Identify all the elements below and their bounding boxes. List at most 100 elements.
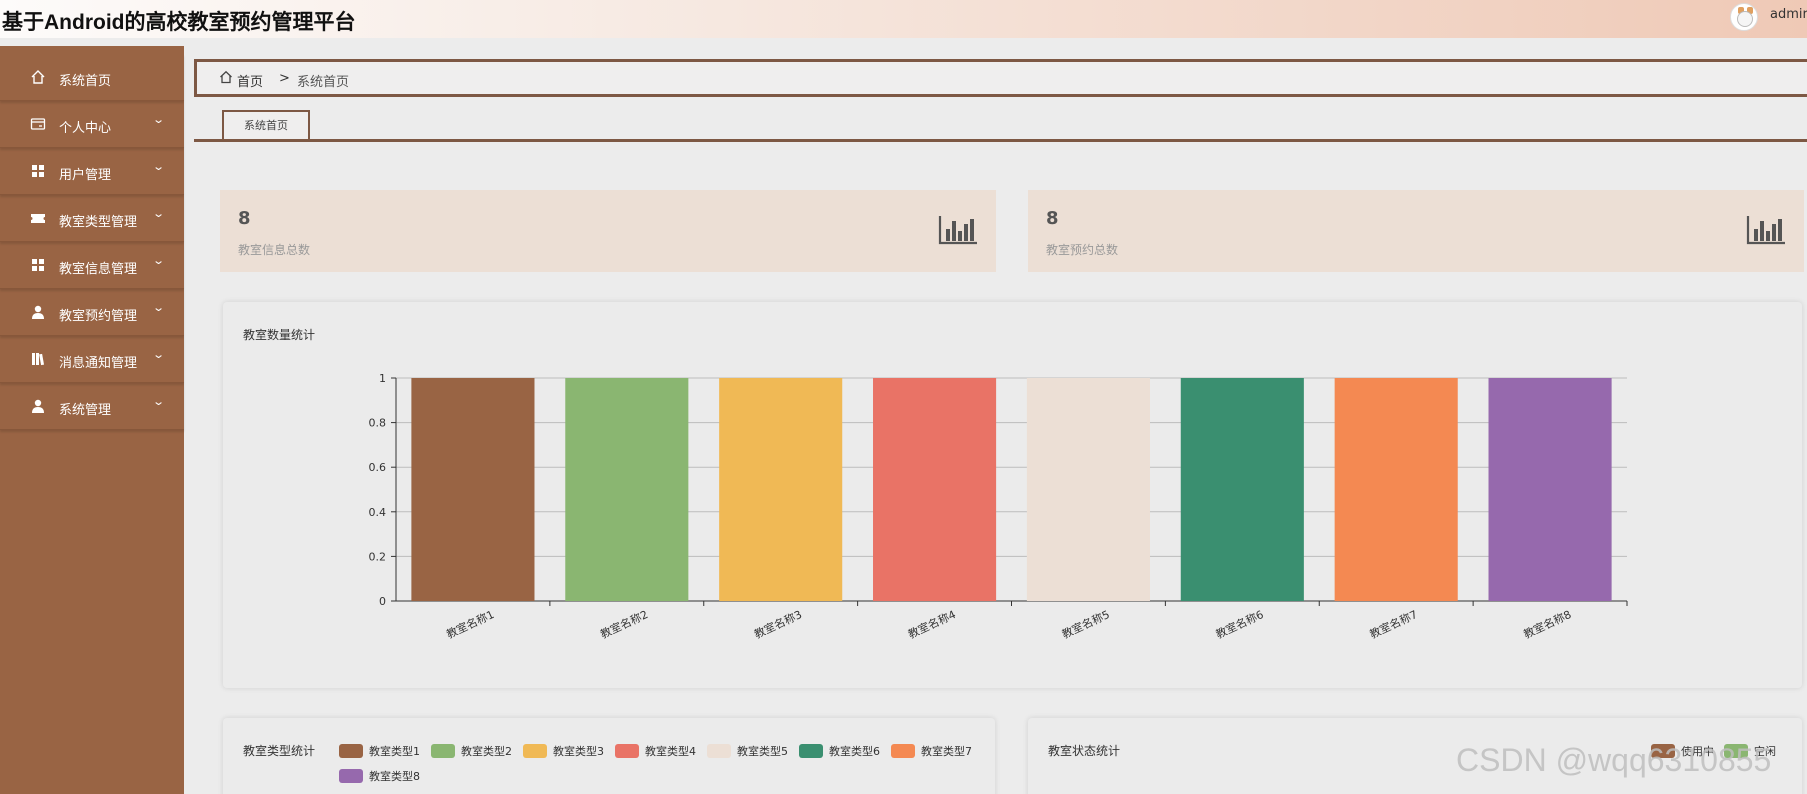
grid-icon: [30, 163, 46, 179]
sidebar-item-reservations[interactable]: 教室预约管理 ⌄: [0, 289, 184, 336]
bar: [411, 378, 535, 601]
top-header: 基于Android的高校教室预约管理平台 admir: [0, 0, 1807, 38]
legend-label: 教室类型1: [369, 745, 420, 758]
sidebar-item-system[interactable]: 系统管理 ⌄: [0, 383, 184, 430]
bar: [1180, 378, 1304, 601]
breadcrumb-current: 系统首页: [297, 75, 350, 90]
chevron-down-icon: ⌄: [152, 207, 166, 220]
sidebar-item-label: 教室类型管理: [59, 215, 138, 230]
stat-value: 8: [1046, 208, 1059, 229]
y-tick-label: 0.8: [369, 417, 387, 430]
legend-swatch: [799, 744, 823, 758]
tab-home[interactable]: 系统首页: [222, 110, 310, 140]
books-icon: [30, 351, 46, 367]
legend-item[interactable]: 教室类型6: [799, 743, 880, 759]
sidebar-item-label: 个人中心: [59, 121, 112, 136]
sidebar-item-label: 系统首页: [59, 74, 112, 89]
breadcrumb: 首页 > 系统首页: [194, 59, 1807, 97]
sidebar-item-label: 用户管理: [59, 168, 112, 183]
legend-swatch: [339, 769, 363, 783]
y-tick-label: 0.6: [369, 461, 387, 474]
sidebar-item-label: 教室预约管理: [59, 309, 138, 324]
sidebar-item-room-info[interactable]: 教室信息管理 ⌄: [0, 242, 184, 289]
sidebar-item-label: 系统管理: [59, 403, 112, 418]
stat-label: 教室信息总数: [238, 243, 311, 257]
sidebar-item-notifications[interactable]: 消息通知管理 ⌄: [0, 336, 184, 383]
legend-label: 教室类型5: [737, 745, 788, 758]
legend-label: 教室类型7: [921, 745, 972, 758]
legend-swatch: [523, 744, 547, 758]
sidebar: 系统首页 个人中心 ⌄ 用户管理 ⌄ 教室类型管理 ⌄ 教室信息管理 ⌄ 教室预…: [0, 46, 184, 794]
x-tick-label: 教室名称7: [1367, 607, 1419, 641]
tab-bar-underline: [194, 139, 1807, 142]
legend-item[interactable]: 教室类型8: [339, 768, 420, 784]
ticket-icon: [30, 210, 46, 226]
y-tick-label: 1: [379, 372, 386, 385]
chevron-down-icon: ⌄: [152, 113, 166, 126]
legend-swatch: [891, 744, 915, 758]
card-icon: [30, 116, 46, 132]
stat-value: 8: [238, 208, 251, 229]
stat-label: 教室预约总数: [1046, 243, 1119, 257]
y-tick-label: 0.4: [369, 506, 387, 519]
sidebar-item-home[interactable]: 系统首页: [0, 54, 184, 101]
breadcrumb-separator: >: [279, 71, 290, 86]
avatar[interactable]: [1730, 3, 1758, 31]
user-icon: [30, 304, 46, 320]
legend-swatch: [339, 744, 363, 758]
sidebar-item-label: 教室信息管理: [59, 262, 138, 277]
x-tick-label: 教室名称5: [1060, 607, 1112, 641]
sidebar-item-room-types[interactable]: 教室类型管理 ⌄: [0, 195, 184, 242]
x-tick-label: 教室名称8: [1521, 607, 1573, 641]
legend-swatch: [615, 744, 639, 758]
bar: [1488, 378, 1612, 601]
legend-item[interactable]: 教室类型7: [891, 743, 972, 759]
legend-label: 教室类型4: [645, 745, 696, 758]
room-type-panel: 教室类型统计 教室类型1 教室类型2 教室类型3 教室类型4 教室类型5 教室类…: [223, 718, 995, 794]
app-title: 基于Android的高校教室预约管理平台: [2, 11, 356, 34]
panel-title: 教室类型统计: [243, 744, 316, 758]
legend-swatch: [707, 744, 731, 758]
home-icon: [30, 69, 46, 85]
x-tick-label: 教室名称3: [752, 607, 804, 641]
grid-icon: [30, 257, 46, 273]
room-count-panel: 教室数量统计 0 0.2 0.4 0.6 0.8 1 教室名称1 教室名称2 教室名称3 教室名称…: [223, 302, 1802, 688]
username[interactable]: admir: [1770, 7, 1807, 22]
user-icon: [30, 398, 46, 414]
bar: [719, 378, 843, 601]
x-tick-label: 教室名称1: [444, 607, 496, 641]
home-icon[interactable]: [219, 70, 233, 84]
bar: [1026, 378, 1150, 601]
legend-label: 教室类型3: [553, 745, 604, 758]
breadcrumb-home-link[interactable]: 首页: [237, 71, 263, 90]
chevron-down-icon: ⌄: [152, 348, 166, 361]
bar-chart-icon: [938, 216, 977, 245]
bar-chart-icon: [1746, 216, 1785, 245]
room-count-bar-chart: 0 0.2 0.4 0.6 0.8 1 教室名称1 教室名称2 教室名称3 教室名称4 教室名称5 教…: [369, 372, 1628, 641]
stat-card-room-info: 8 教室信息总数: [220, 190, 996, 272]
legend-label: 教室类型2: [461, 745, 512, 758]
y-tick-label: 0.2: [369, 550, 387, 563]
chevron-down-icon: ⌄: [152, 160, 166, 173]
legend-item[interactable]: 教室类型5: [707, 743, 788, 759]
legend-item[interactable]: 教室类型4: [615, 743, 696, 759]
chevron-down-icon: ⌄: [152, 301, 166, 314]
legend-label: 教室类型6: [829, 745, 880, 758]
x-tick-label: 教室名称6: [1213, 607, 1265, 641]
legend-item[interactable]: 教室类型1: [339, 743, 420, 759]
legend-label: 教室类型8: [369, 770, 420, 783]
legend-item[interactable]: 教室类型3: [523, 743, 604, 759]
chevron-down-icon: ⌄: [152, 395, 166, 408]
chevron-down-icon: ⌄: [152, 254, 166, 267]
x-tick-label: 教室名称2: [598, 607, 650, 641]
sidebar-item-label: 消息通知管理: [59, 356, 138, 371]
legend-swatch: [431, 744, 455, 758]
x-tick-label: 教室名称4: [906, 607, 958, 641]
stat-card-reservations: 8 教室预约总数: [1028, 190, 1804, 272]
y-tick-label: 0: [379, 595, 386, 608]
sidebar-item-profile[interactable]: 个人中心 ⌄: [0, 101, 184, 148]
bar: [873, 378, 997, 601]
sidebar-item-users[interactable]: 用户管理 ⌄: [0, 148, 184, 195]
legend-item[interactable]: 教室类型2: [431, 743, 512, 759]
bar: [1334, 378, 1458, 601]
